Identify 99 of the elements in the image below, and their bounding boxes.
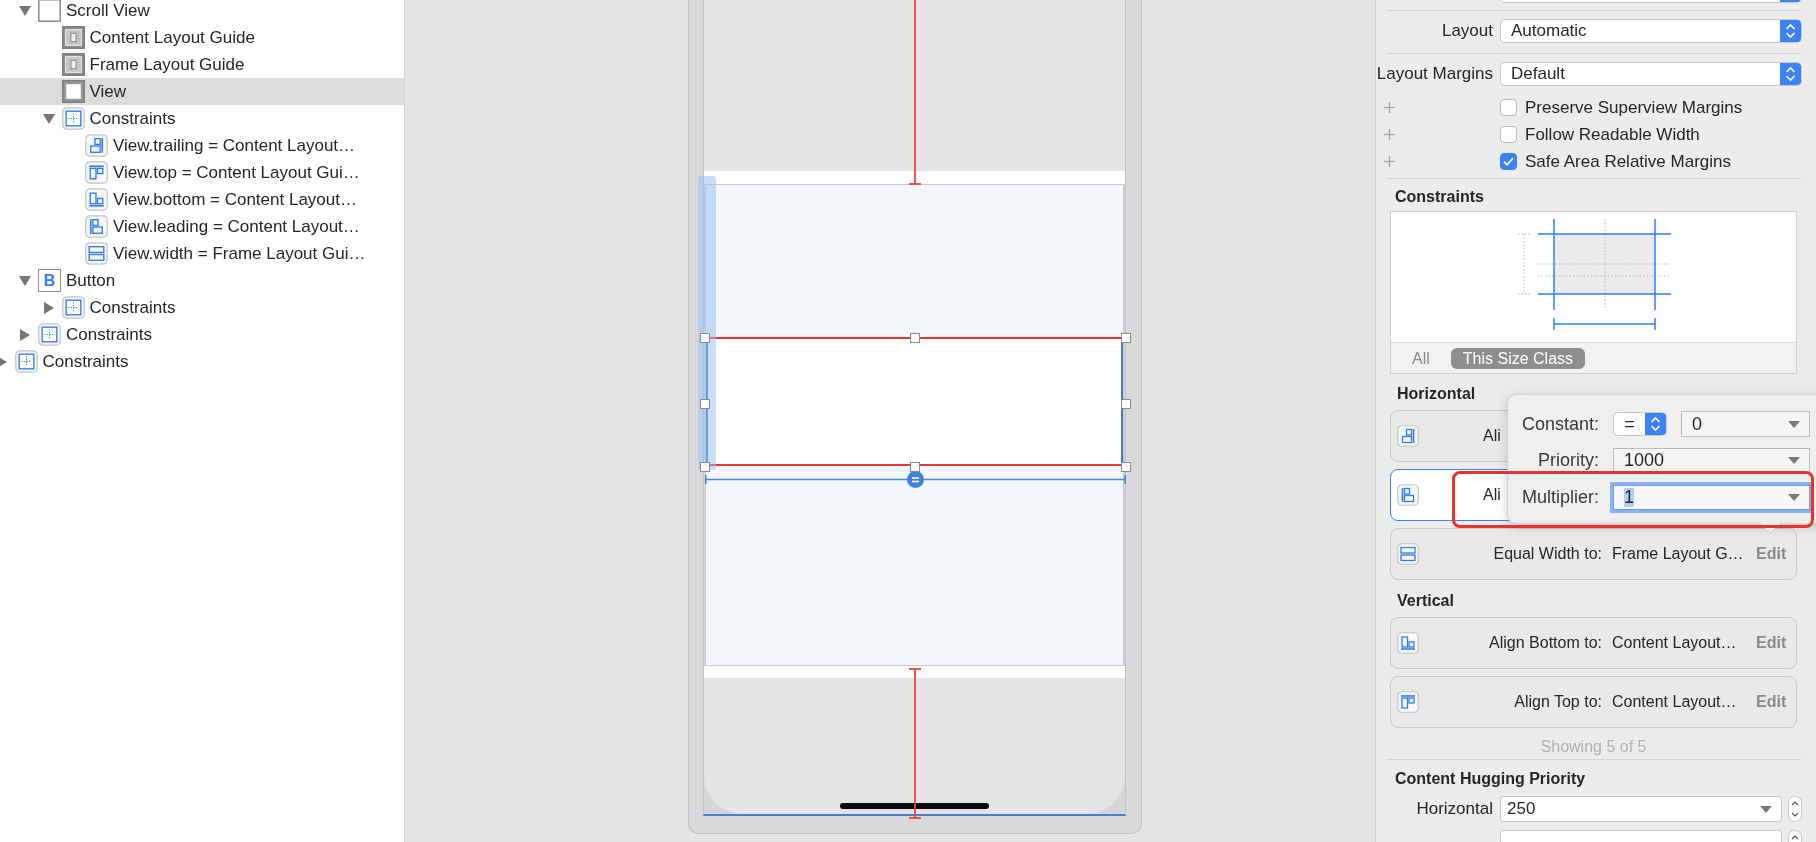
constraint-card[interactable]: Align Bottom to: Content Layout… Edit [1390, 617, 1797, 669]
outline-item[interactable]: Scroll View [0, 0, 404, 24]
resize-handle[interactable] [1121, 333, 1131, 343]
checkbox[interactable] [1500, 126, 1517, 143]
constraint-card[interactable]: Align Top to: Content Layout… Edit [1390, 676, 1797, 728]
relation-popup[interactable]: = [1613, 412, 1667, 436]
constraints-icon [14, 350, 38, 373]
equal-width-icon [85, 242, 108, 265]
constraint-label: Ali [1483, 427, 1501, 445]
top-constraint-line[interactable] [909, 0, 921, 185]
resize-handle[interactable] [910, 333, 920, 343]
constraint-label: Align Bottom to: [1488, 634, 1602, 652]
popup-button[interactable]: Default [1500, 62, 1802, 86]
constraint-target: Content Layout… [1612, 693, 1738, 711]
field-label: Layout Margins [1376, 64, 1493, 84]
combo-field[interactable]: 250 [1500, 796, 1782, 822]
resize-handle[interactable] [910, 462, 920, 472]
section-header: Content Hugging Priority [1395, 769, 1587, 789]
resize-handle[interactable] [700, 399, 710, 409]
constraints-icon [38, 323, 61, 346]
field-label: Multiplier: [1520, 487, 1599, 507]
equal-width-icon [1397, 543, 1419, 565]
section-header: Constraints [1395, 187, 1485, 207]
outline-item[interactable]: Frame Layout Guide [0, 51, 404, 78]
bottom-constraint-line[interactable] [909, 668, 921, 819]
popup-button[interactable]: Automatic [1500, 19, 1802, 43]
outline-item[interactable]: Constraints [0, 105, 404, 132]
outline-item[interactable]: B Button [0, 267, 404, 294]
dropdown-arrow-icon [1788, 456, 1800, 464]
disclosure-triangle-icon[interactable] [20, 328, 30, 341]
outline-item[interactable]: View.top = Content Layout Gui… [0, 159, 404, 186]
field-label: Priority: [1537, 450, 1599, 470]
checkbox[interactable] [1500, 153, 1517, 170]
align-leading-icon [1397, 484, 1419, 506]
outline-item[interactable]: View.leading = Content Layout… [0, 213, 404, 240]
outline-item[interactable]: Constraints [0, 321, 404, 348]
equal-sign-icon[interactable] [907, 471, 924, 488]
stepper-arrows-icon [1780, 20, 1801, 42]
align-top-icon [1397, 691, 1419, 713]
dropdown-arrow-icon [1788, 420, 1800, 428]
section-header: Horizontal [1397, 384, 1477, 404]
checkmark-icon [1503, 157, 1514, 166]
resize-handle[interactable] [700, 462, 710, 472]
constraint-target: Frame Layout G… [1612, 545, 1745, 563]
dropdown-arrow-icon [1760, 805, 1772, 813]
resize-handle[interactable] [1121, 399, 1131, 409]
combo-field[interactable]: 0 [1681, 411, 1810, 437]
combo-field[interactable]: 1 [1613, 484, 1810, 510]
stepper-arrows-icon [1780, 63, 1801, 85]
constraint-target: Content Layout… [1612, 634, 1738, 652]
checkbox-label[interactable]: Preserve Superview Margins [1525, 97, 1743, 118]
disclosure-triangle-icon[interactable] [42, 113, 55, 124]
outline-item[interactable]: View.bottom = Content Layout… [0, 186, 404, 213]
field-label: Constant: [1520, 414, 1599, 434]
resize-handle[interactable] [700, 333, 710, 343]
field-label: Layout [1440, 21, 1493, 41]
stepper-arrows-icon [1645, 413, 1666, 435]
section-header: Vertical [1397, 591, 1455, 611]
constraints-icon [61, 107, 85, 130]
combo-field[interactable]: 1000 [1613, 447, 1810, 473]
layout-guide-icon [61, 53, 85, 76]
view-icon [61, 80, 85, 103]
field-label: Horizontal [1415, 799, 1493, 819]
selected-view[interactable] [706, 337, 1123, 466]
checkbox-label[interactable]: Safe Area Relative Margins [1525, 151, 1731, 172]
align-bottom-icon [1397, 632, 1419, 654]
resize-handle[interactable] [1121, 462, 1131, 472]
layout-guide-icon [61, 26, 85, 49]
align-trailing-icon [1397, 425, 1419, 447]
button-icon: B [38, 269, 61, 292]
disclosure-triangle-icon[interactable] [0, 355, 7, 368]
leading-constraint-highlight[interactable] [698, 176, 716, 470]
stepper-icon[interactable] [1788, 796, 1802, 822]
width-constraint-line[interactable] [705, 472, 1126, 487]
checkbox-label[interactable]: Follow Readable Width [1525, 124, 1700, 145]
disclosure-triangle-icon[interactable] [19, 275, 31, 286]
disclosure-triangle-icon[interactable] [19, 5, 31, 16]
constraints-icon [61, 296, 85, 319]
outline-item[interactable]: View [0, 78, 404, 105]
constraint-card[interactable]: Equal Width to: Frame Layout G… Edit [1390, 528, 1797, 580]
align-leading-icon [85, 215, 108, 238]
constraint-count: Showing 5 of 5 [1539, 737, 1648, 757]
outline-item[interactable]: Constraints [0, 294, 404, 321]
checkbox[interactable] [1500, 99, 1517, 116]
outline-item[interactable]: Constraints [0, 348, 404, 375]
disclosure-triangle-icon[interactable] [43, 301, 54, 314]
constraint-label: Align Top to: [1513, 693, 1602, 711]
plus-icon[interactable] [1384, 129, 1395, 140]
outline-item[interactable]: View.width = Frame Layout Gui… [0, 240, 404, 267]
align-trailing-icon [85, 134, 108, 157]
dropdown-arrow-icon [1788, 493, 1800, 501]
constraint-label: Ali [1483, 486, 1501, 504]
outline-item[interactable]: View.trailing = Content Layout… [0, 132, 404, 159]
constraint-label: Equal Width to: [1492, 545, 1602, 563]
plus-icon[interactable] [1384, 156, 1395, 167]
plus-icon[interactable] [1384, 102, 1395, 113]
align-bottom-icon [85, 188, 108, 211]
align-top-icon [85, 161, 108, 184]
outline-item[interactable]: Content Layout Guide [0, 24, 404, 51]
